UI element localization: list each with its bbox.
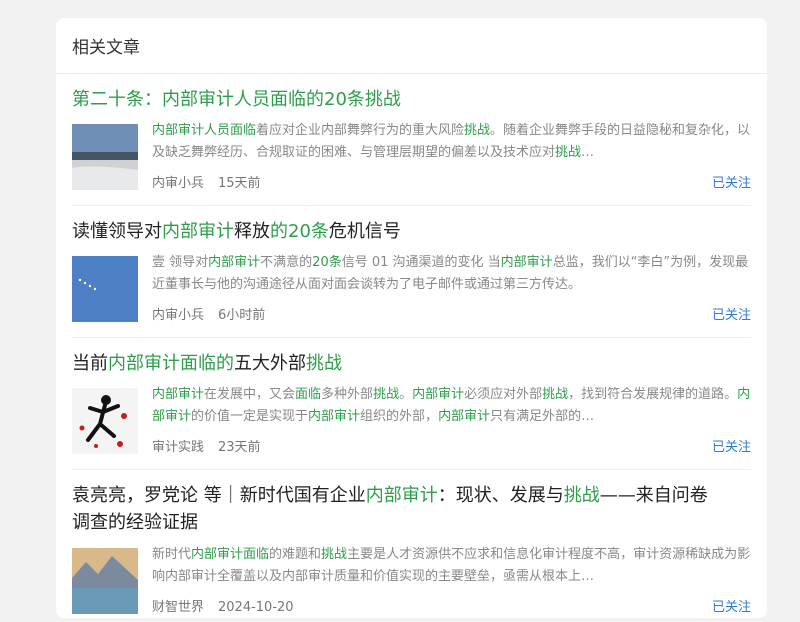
article-1[interactable]: 第二十条：内部审计人员面临的20条挑战 内部审计人员面临着应对企业内部舞弊行为的… <box>72 86 751 206</box>
article-summary: 内部审计在发展中，又会面临多种外部挑战。内部审计必须应对外部挑战，找到符合发展规… <box>152 387 751 424</box>
article-thumbnail[interactable] <box>72 124 138 190</box>
article-4[interactable]: 袁亮亮，罗党论 等｜新时代国有企业内部审计：现状、发展与挑战——来自问卷 调查的… <box>72 482 751 622</box>
article-meta: 内审小兵 15天前 <box>152 172 261 191</box>
author[interactable]: 内审小兵 <box>152 308 204 323</box>
article-thumbnail[interactable] <box>72 388 138 454</box>
article-title[interactable]: 袁亮亮，罗党论 等｜新时代国有企业内部审计：现状、发展与挑战——来自问卷 <box>72 482 751 509</box>
follow-button[interactable]: 已关注 <box>712 596 751 615</box>
article-title[interactable]: 第二十条：内部审计人员面临的20条挑战 <box>72 86 751 113</box>
article-thumbnail[interactable] <box>72 256 138 322</box>
author[interactable]: 审计实践 <box>152 440 204 455</box>
timestamp: 15天前 <box>218 176 261 191</box>
article-2[interactable]: 读懂领导对内部审计释放的20条危机信号 壹 领导对内部审计不满意的20条信号 0… <box>72 218 751 338</box>
related-articles-card: 相关文章 第二十条：内部审计人员面临的20条挑战 内部审计人员面临着应对企业内部… <box>56 18 767 618</box>
divider <box>72 469 751 470</box>
timestamp: 23天前 <box>218 440 261 455</box>
article-meta: 财智世界 2024-10-20 <box>152 596 294 615</box>
article-meta: 审计实践 23天前 <box>152 436 261 455</box>
divider <box>72 337 751 338</box>
follow-button[interactable]: 已关注 <box>712 304 751 323</box>
divider <box>72 205 751 206</box>
article-thumbnail[interactable] <box>72 548 138 614</box>
timestamp: 2024-10-20 <box>218 600 294 615</box>
article-title-line2[interactable]: 调查的经验证据 <box>72 509 751 536</box>
article-summary: 新时代内部审计面临的难题和挑战主要是人才资源供不应求和信息化审计程度不高，审计资… <box>152 547 751 584</box>
article-3[interactable]: 当前内部审计面临的五大外部挑战 内部审计在发展中，又会面临多种外部挑战。内部审计… <box>72 350 751 470</box>
article-summary: 壹 领导对内部审计不满意的20条信号 01 沟通渠道的变化 当内部审计总监，我们… <box>152 255 749 292</box>
article-summary: 内部审计人员面临着应对企业内部舞弊行为的重大风险挑战。随着企业舞弊手段的日益隐秘… <box>152 123 751 160</box>
article-title[interactable]: 当前内部审计面临的五大外部挑战 <box>72 350 751 377</box>
section-title: 相关文章 <box>56 18 767 74</box>
follow-button[interactable]: 已关注 <box>712 172 751 191</box>
article-title[interactable]: 读懂领导对内部审计释放的20条危机信号 <box>72 218 751 245</box>
follow-button[interactable]: 已关注 <box>712 436 751 455</box>
author[interactable]: 内审小兵 <box>152 176 204 191</box>
timestamp: 6小时前 <box>218 308 266 323</box>
article-meta: 内审小兵 6小时前 <box>152 304 265 323</box>
author[interactable]: 财智世界 <box>152 600 204 615</box>
